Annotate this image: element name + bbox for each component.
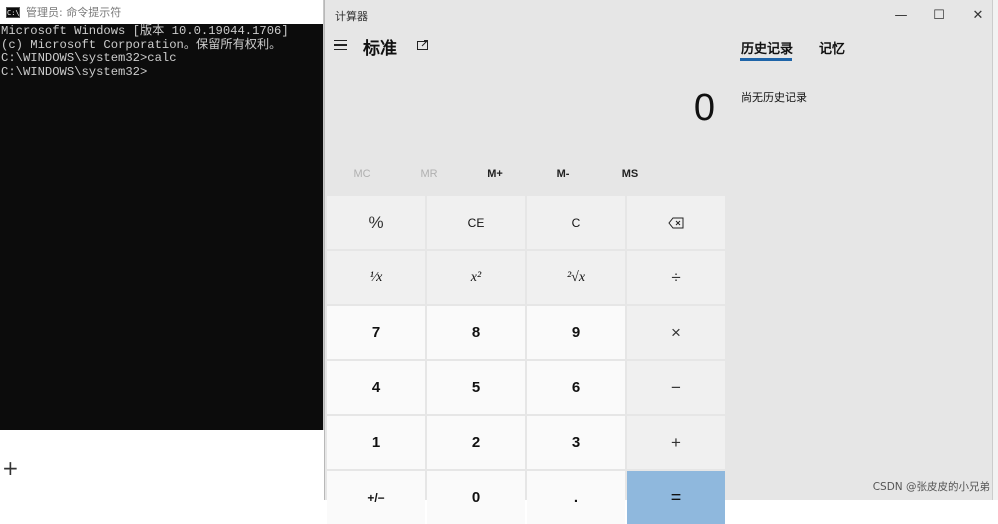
memory-recall-button[interactable]: MR [396, 168, 462, 180]
console-line: (c) Microsoft Corporation。保留所有权利。 [1, 37, 282, 52]
percent-button[interactable]: % [327, 196, 425, 249]
reciprocal-button[interactable]: ¹⁄x [327, 251, 425, 304]
command-prompt-window[interactable]: C:\ 管理员: 命令提示符 Microsoft Windows [版本 10.… [0, 0, 324, 430]
negate-button[interactable]: +/− [327, 471, 425, 524]
calc-mode-title: 标准 [363, 39, 397, 59]
memory-store-button[interactable]: MS [597, 168, 663, 180]
divide-button[interactable]: ÷ [627, 251, 725, 304]
square-button[interactable]: x² [427, 251, 525, 304]
digit-5-button[interactable]: 5 [427, 361, 525, 414]
digit-4-button[interactable]: 4 [327, 361, 425, 414]
digit-6-button[interactable]: 6 [527, 361, 625, 414]
decimal-button[interactable]: . [527, 471, 625, 524]
memory-subtract-button[interactable]: M- [530, 168, 596, 180]
tab-history[interactable]: 历史记录 [741, 38, 793, 57]
digit-2-button[interactable]: 2 [427, 416, 525, 469]
tab-memory[interactable]: 记忆 [819, 38, 845, 57]
digit-3-button[interactable]: 3 [527, 416, 625, 469]
cmd-titlebar[interactable]: C:\ 管理员: 命令提示符 [0, 0, 323, 24]
console-line: C:\WINDOWS\system32>calc [1, 51, 177, 65]
square-root-button[interactable]: ²√x [527, 251, 625, 304]
multiply-button[interactable]: × [627, 306, 725, 359]
memory-clear-button[interactable]: MC [329, 168, 395, 180]
watermark: CSDN @张皮皮的小兄弟 [872, 481, 990, 493]
memory-add-button[interactable]: M+ [462, 168, 528, 180]
calculator-window[interactable]: 计算器 — ☐ ✕ 标准 0 MC MR M+ M- MS % CE C ¹⁄x… [324, 0, 998, 524]
backspace-button[interactable] [627, 196, 725, 249]
minimize-button[interactable]: — [881, 4, 921, 26]
keep-on-top-icon[interactable] [416, 38, 430, 52]
history-empty-message: 尚无历史记录 [741, 91, 807, 104]
result-display: 0 [693, 87, 715, 129]
maximize-button[interactable]: ☐ [919, 4, 959, 26]
cmd-console[interactable]: Microsoft Windows [版本 10.0.19044.1706] (c… [0, 24, 323, 79]
add-button[interactable]: + [627, 416, 725, 469]
backspace-icon [668, 217, 684, 228]
digit-7-button[interactable]: 7 [327, 306, 425, 359]
window-edge [992, 0, 998, 500]
calc-window-title: 计算器 [335, 10, 368, 23]
digit-8-button[interactable]: 8 [427, 306, 525, 359]
subtract-button[interactable]: − [627, 361, 725, 414]
clear-entry-button[interactable]: CE [427, 196, 525, 249]
add-icon[interactable]: + [2, 456, 19, 480]
clear-button[interactable]: C [527, 196, 625, 249]
digit-1-button[interactable]: 1 [327, 416, 425, 469]
digit-9-button[interactable]: 9 [527, 306, 625, 359]
digit-0-button[interactable]: 0 [427, 471, 525, 524]
cmd-title: 管理员: 命令提示符 [26, 6, 122, 19]
memory-bar: MC MR M+ M- MS [325, 168, 725, 190]
console-line: C:\WINDOWS\system32> [1, 64, 148, 79]
active-tab-indicator [740, 58, 792, 61]
hamburger-menu-icon[interactable] [334, 37, 352, 53]
keypad: % CE C ¹⁄x x² ²√x ÷ 7 8 9 × 4 5 6 − 1 2 … [327, 196, 725, 524]
cmd-app-icon: C:\ [6, 6, 20, 18]
equals-button[interactable]: = [627, 471, 725, 524]
console-line: Microsoft Windows [版本 10.0.19044.1706] [1, 24, 289, 38]
calc-titlebar[interactable]: 计算器 — ☐ ✕ [325, 0, 998, 30]
